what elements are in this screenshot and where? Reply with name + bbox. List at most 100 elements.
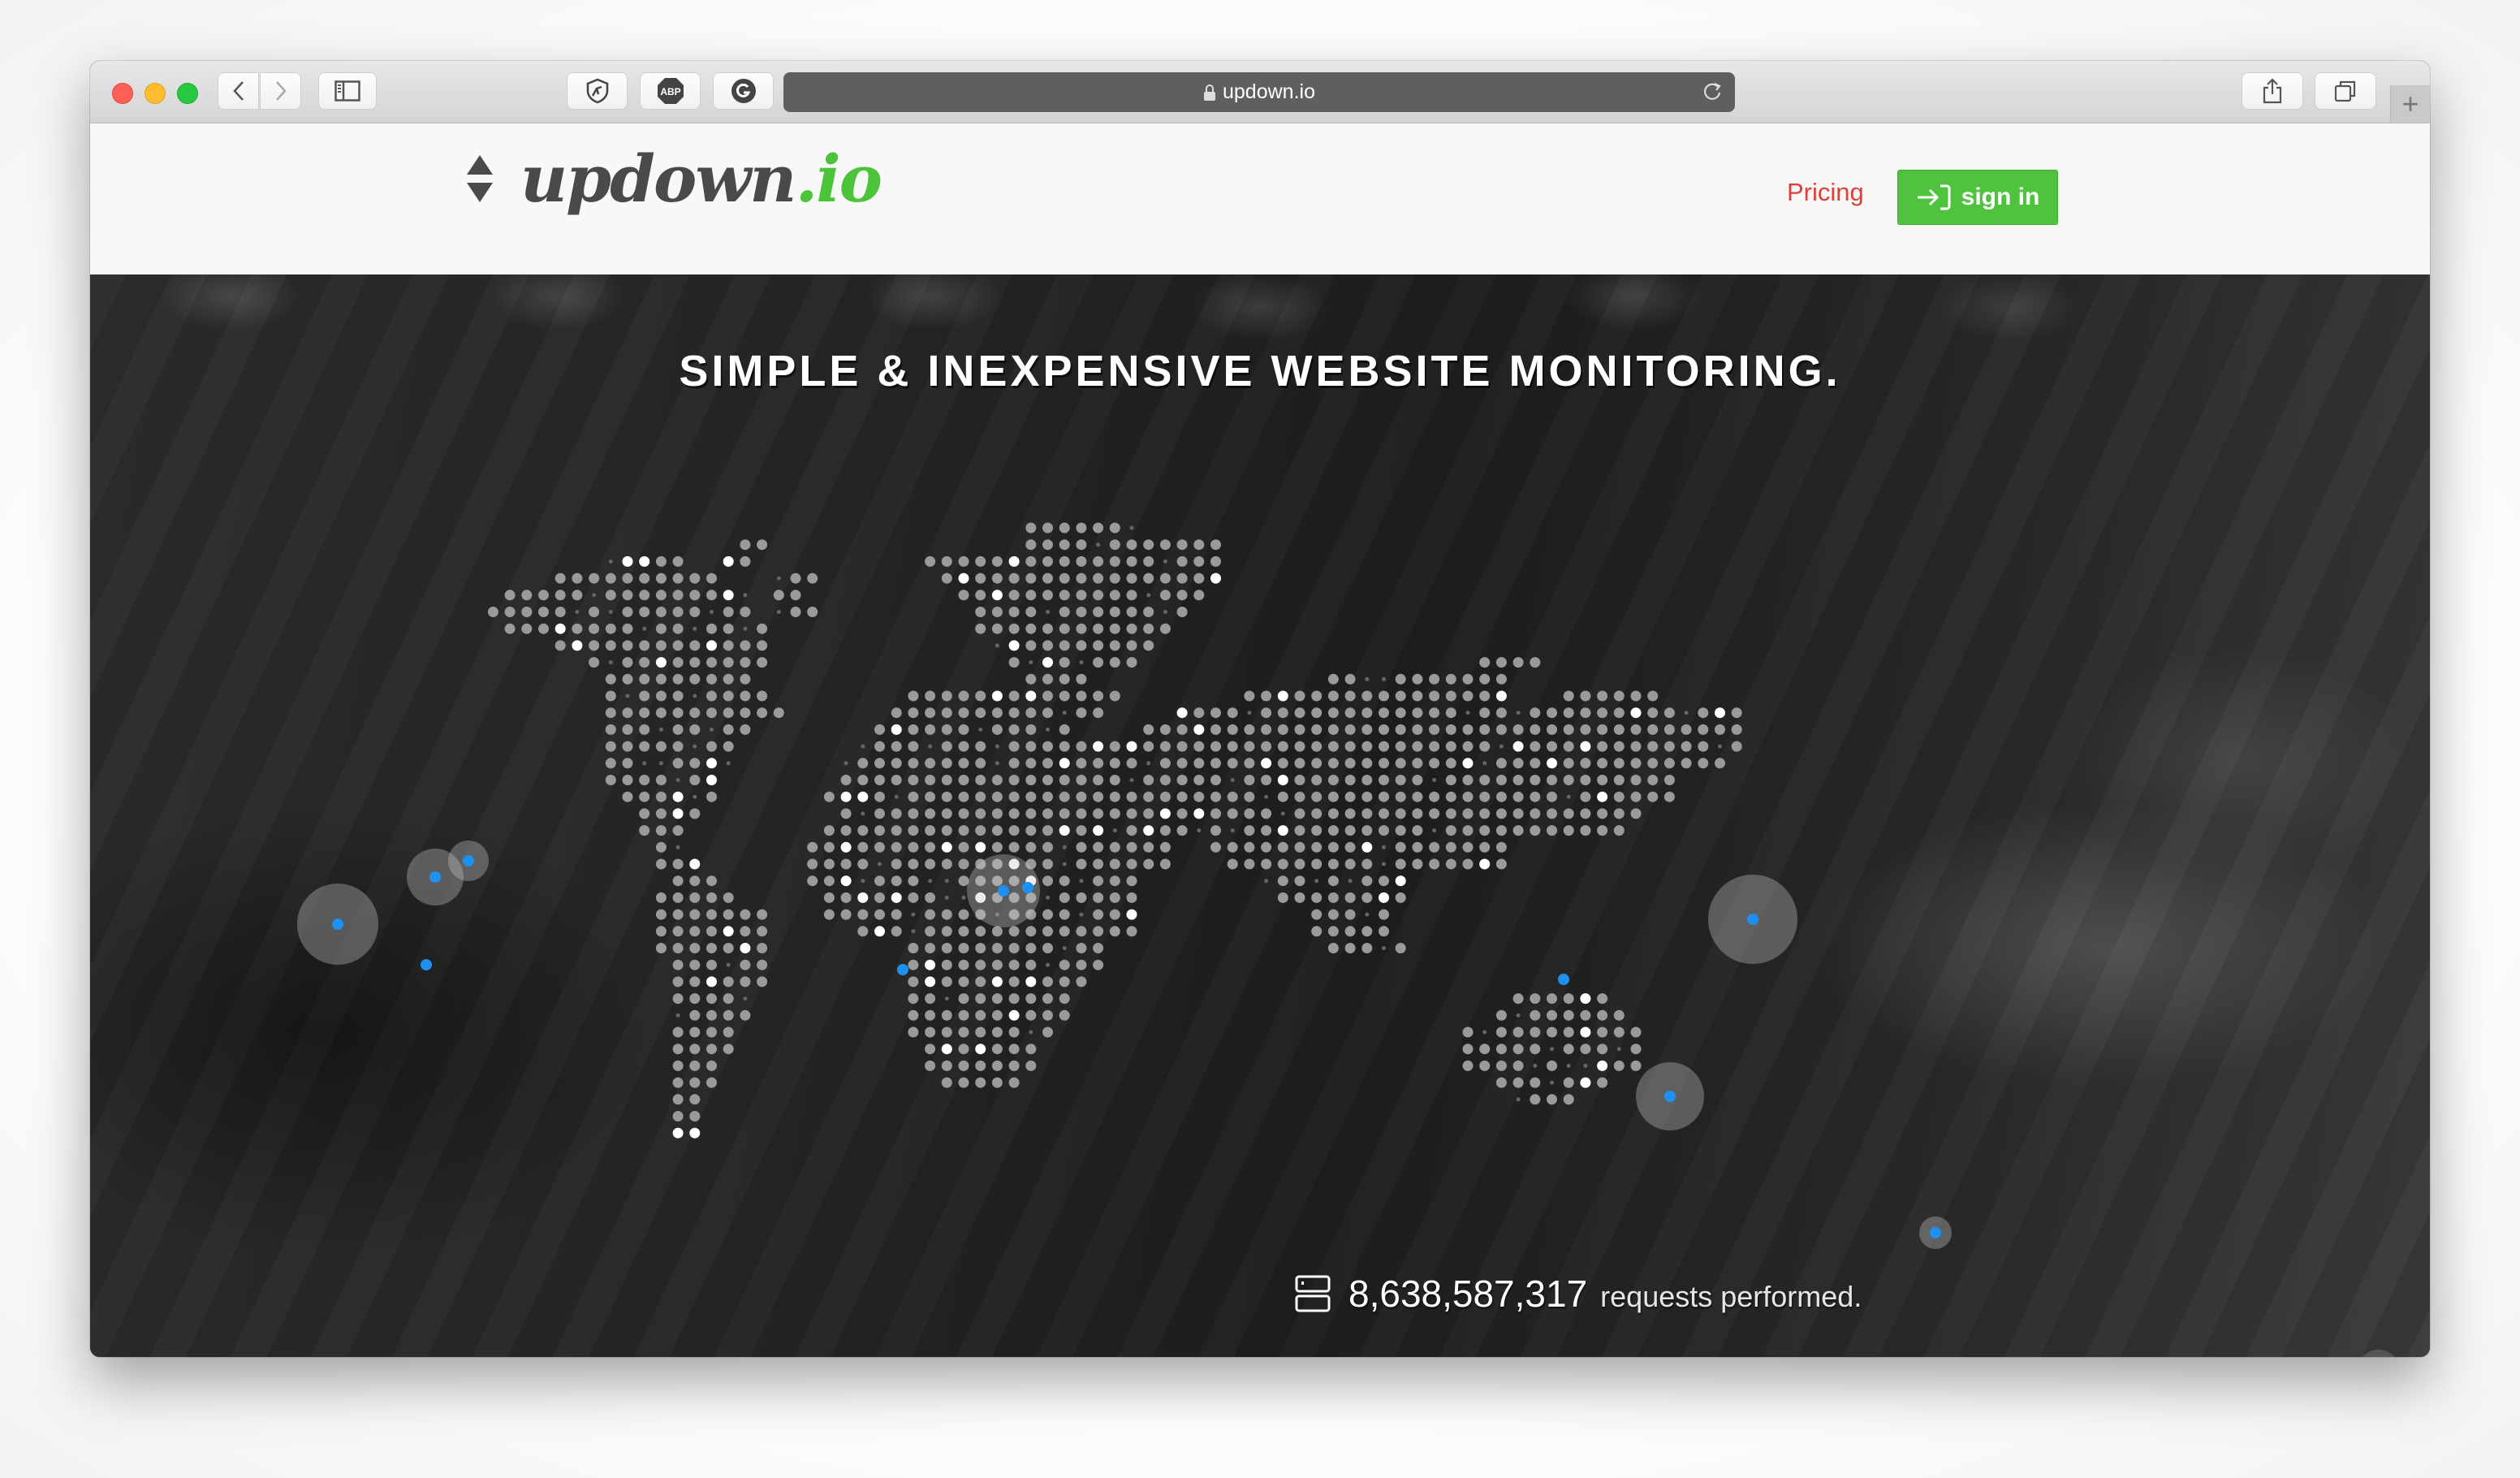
map-dot [1327,808,1339,819]
map-dot [1462,841,1474,853]
monitoring-location-marker[interactable] [1022,882,1033,893]
map-dot [1327,758,1339,769]
map-dot [840,892,852,903]
map-dot [928,744,933,749]
map-dot [823,892,835,903]
map-dot [1025,841,1037,853]
map-dot [1327,741,1339,752]
map-dot [1210,555,1221,567]
map-dot [1512,724,1524,735]
close-window-button[interactable] [112,83,133,104]
sign-in-button[interactable]: sign in [1897,170,2058,225]
map-dot [1479,858,1491,870]
map-dot [857,892,869,903]
map-dot [941,741,952,752]
reload-icon[interactable] [1701,80,1724,103]
map-dot [1210,573,1221,584]
map-dot [1530,657,1541,668]
map-dot [639,741,650,752]
map-dot [589,573,600,584]
monitoring-location-marker[interactable] [1747,914,1758,925]
map-dot [908,808,919,819]
map-dot [1613,741,1625,752]
map-dot [1479,1060,1491,1071]
monitoring-location-marker[interactable] [421,959,432,970]
monitoring-location-marker[interactable] [1558,974,1569,985]
forward-button[interactable] [260,72,301,110]
map-dot [1547,775,1557,785]
back-button[interactable] [218,72,259,110]
address-bar[interactable]: updown.io [783,72,1735,112]
privacy-extension-button[interactable] [567,72,628,110]
map-dot [605,707,616,719]
map-dot [941,724,952,735]
site-logo[interactable]: updown.io [464,146,882,211]
monitoring-location-marker[interactable] [998,885,1009,897]
map-dot [1395,825,1406,836]
pricing-link[interactable]: Pricing [1787,178,1864,207]
map-dot [605,690,616,702]
map-dot [1361,707,1373,719]
help-chat-button[interactable]: ? [2345,1345,2406,1357]
map-dot [925,724,936,735]
map-dot [723,623,734,634]
map-dot [823,841,835,853]
map-dot [1379,825,1389,836]
map-dot [958,976,969,987]
zoom-window-button[interactable] [177,83,198,104]
map-dot [874,892,885,903]
map-dot [908,1026,919,1038]
map-dot [1126,875,1137,887]
monitoring-location-marker[interactable] [897,964,908,975]
server-icon [1295,1275,1331,1312]
map-dot [991,573,1003,584]
map-dot [1294,690,1305,702]
minimize-window-button[interactable] [145,83,166,104]
map-dot [1479,825,1491,836]
map-dot [1059,875,1070,887]
map-dot [1093,791,1104,802]
map-dot [1547,707,1557,719]
adblock-extension-button[interactable]: ABP [640,72,701,110]
map-dot [1109,775,1120,785]
map-dot [672,657,684,668]
tabs-overview-button[interactable] [2315,72,2376,110]
map-dot [1311,775,1323,785]
map-dot [908,993,919,1005]
new-tab-button[interactable]: + [2390,85,2430,123]
monitoring-location-marker[interactable] [1930,1227,1941,1238]
monitoring-location-marker[interactable] [463,855,474,866]
map-dot [1445,690,1456,702]
map-dot-grid [487,522,1742,1139]
map-dot [710,610,714,614]
map-dot [1059,976,1070,987]
map-dot [521,590,533,601]
map-dot [706,1009,717,1021]
map-dot [1580,1077,1591,1088]
map-dot [941,825,952,836]
map-dot [1277,825,1288,836]
map-dot [975,775,986,785]
map-dot [891,875,902,887]
map-dot [1563,758,1574,769]
map-dot [1479,808,1491,819]
map-dot [1093,707,1104,719]
monitoring-location-marker[interactable] [429,871,441,883]
map-dot [823,791,835,802]
map-dot [975,976,986,987]
map-dot [689,573,701,584]
map-dot [958,758,969,769]
map-dot [991,707,1003,719]
map-dot [1146,593,1151,598]
map-dot [1025,1009,1037,1021]
map-dot [1076,623,1087,634]
map-dot [1547,1026,1557,1038]
map-dot [1008,791,1020,802]
grammarly-extension-button[interactable] [713,72,774,110]
sidebar-toggle-button[interactable] [318,72,377,110]
monitoring-location-marker[interactable] [332,918,343,930]
share-button[interactable] [2242,72,2303,110]
map-dot [589,640,600,651]
monitoring-location-marker[interactable] [1664,1091,1676,1102]
map-dot [1059,522,1070,534]
